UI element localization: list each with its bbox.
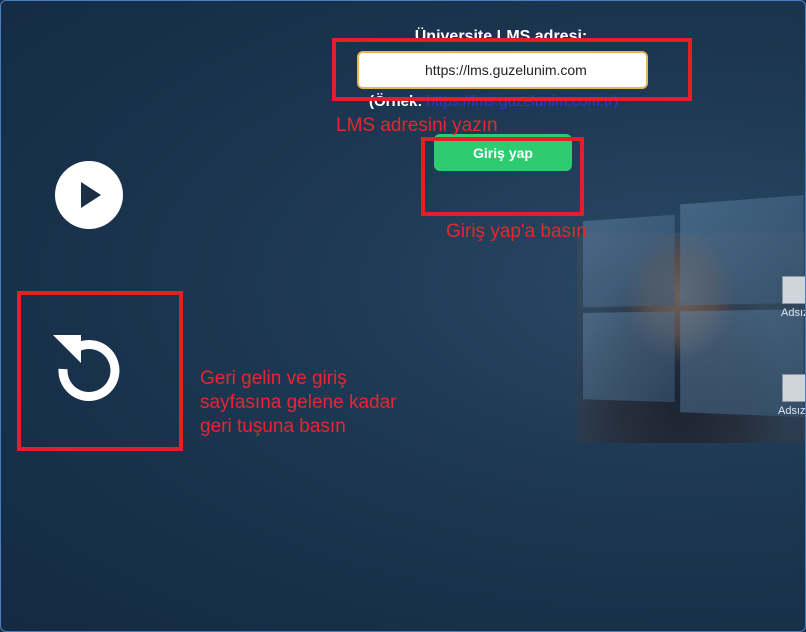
annotation-press-login: Giriş yap'a basın xyxy=(446,221,587,242)
highlight-back-box xyxy=(17,291,183,451)
annotation-back-instructions: Geri gelin ve giriş sayfasına gelene kad… xyxy=(200,367,396,439)
annotation-line: sayfasına gelene kadar xyxy=(200,392,397,413)
desktop-file-icon[interactable] xyxy=(782,374,805,402)
annotation-line: geri tuşuna basın xyxy=(200,416,346,437)
play-icon xyxy=(81,182,101,208)
highlight-url-box xyxy=(332,38,692,101)
windows-logo-wallpaper xyxy=(583,195,805,483)
desktop-file-label: Adsız xyxy=(778,405,806,417)
desktop-file-label: Adsız xyxy=(781,307,806,319)
desktop-file-icon[interactable] xyxy=(782,276,805,304)
annotation-enter-url: LMS adresini yazın xyxy=(336,115,498,136)
play-button[interactable] xyxy=(55,161,123,229)
app-window: Adsız Adsız Üniversite LMS adresi: (Örne… xyxy=(0,0,806,632)
highlight-login-box xyxy=(421,137,584,216)
annotation-line: Geri gelin ve giriş xyxy=(200,368,347,389)
